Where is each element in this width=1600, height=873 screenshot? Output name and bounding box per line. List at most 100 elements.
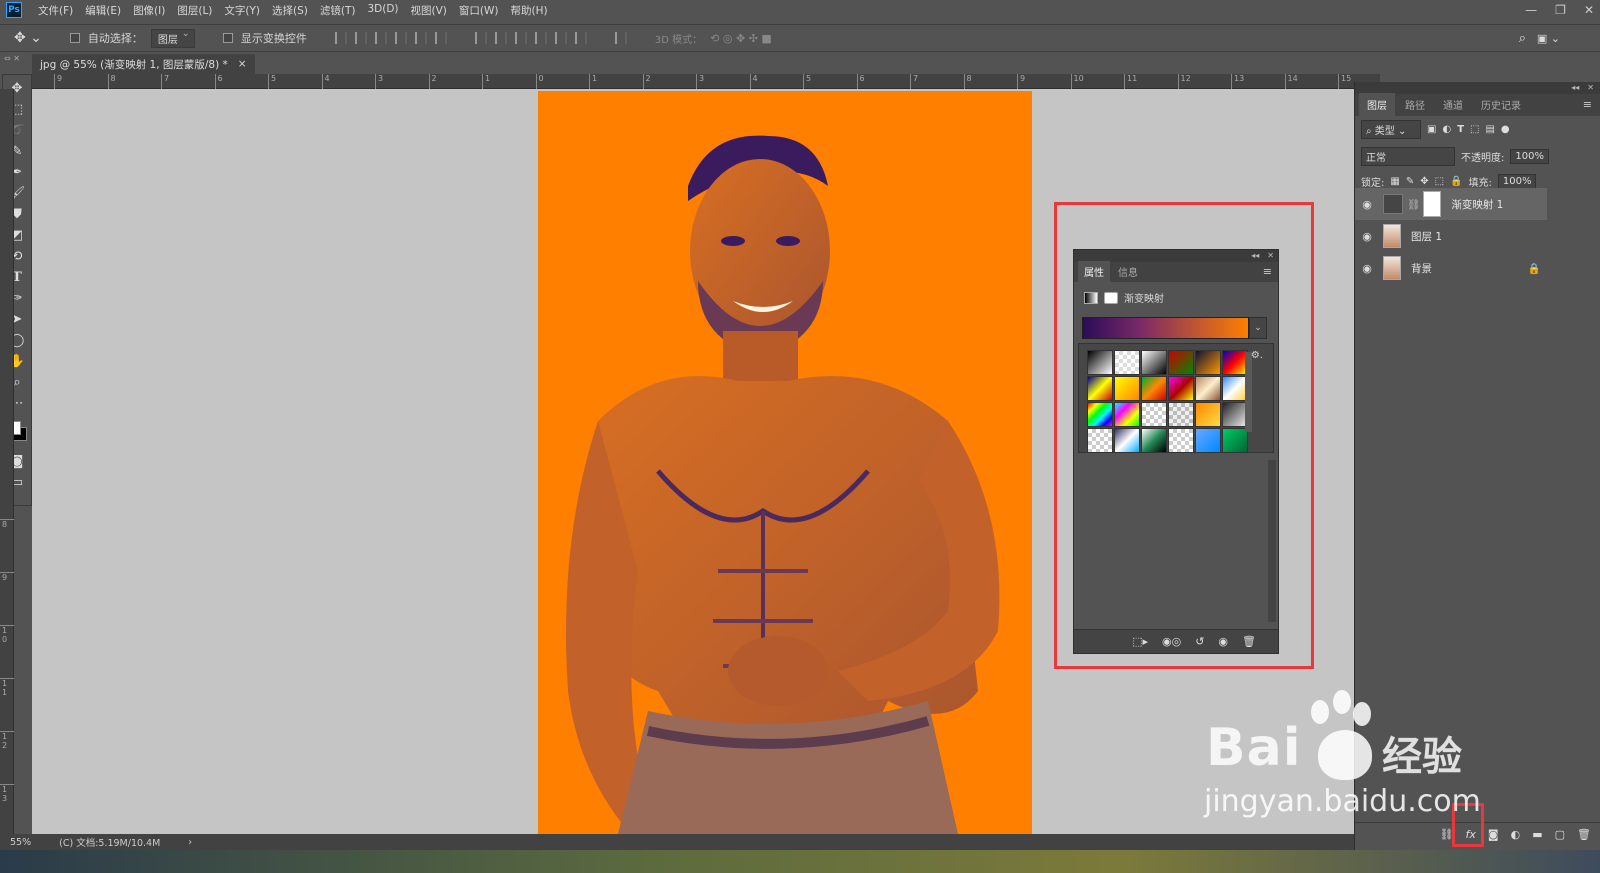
auto-align-icon[interactable] [614,32,627,44]
gradient-preset-swatch[interactable] [1141,350,1167,375]
panel-menu-icon[interactable]: ≡ [1263,265,1272,278]
lock-all-icon[interactable]: 🔒 [1450,176,1462,187]
move-tool-preset-icon[interactable]: ✥ ⌄ [14,30,42,46]
menu-item[interactable]: 图像(I) [127,3,171,18]
gradient-dropdown-button[interactable]: ⌄ [1249,317,1267,339]
menu-item[interactable]: 滤镜(T) [314,3,362,18]
blend-mode-dropdown[interactable]: 正常 [1361,147,1455,166]
gradient-preset-swatch[interactable] [1114,402,1140,427]
new-group-icon[interactable]: ▬ [1532,828,1542,841]
adjustment-type-icon[interactable] [1084,291,1098,304]
distribute-right-icon[interactable] [574,32,587,44]
lock-position-icon[interactable]: ✥ [1420,176,1428,187]
distribute-hcenter-icon[interactable] [554,32,567,44]
layer-name[interactable]: 图层 1 [1411,229,1442,244]
document-tab[interactable]: jpg @ 55% (渐变映射 1, 图层蒙版/8) * × [32,54,255,74]
layer-mask-icon[interactable] [1104,291,1118,304]
tab-info[interactable]: 信息 [1112,261,1144,282]
tab-layers[interactable]: 图层 [1359,93,1395,116]
align-bottom-icon[interactable] [374,32,387,44]
gradient-preset-swatch[interactable] [1168,402,1194,427]
gear-icon[interactable]: ⚙. [1251,350,1263,361]
gradient-preset-swatch[interactable] [1141,428,1167,453]
auto-select-checkbox[interactable] [69,33,80,43]
menu-item[interactable]: 窗口(W) [453,3,505,18]
layer-row-background[interactable]: ◉ 背景 🔒 [1355,252,1547,284]
gradient-preset-swatch[interactable] [1087,428,1113,453]
distribute-bottom-icon[interactable] [514,32,527,44]
opacity-field[interactable]: 100% [1510,149,1549,164]
status-arrow-icon[interactable]: › [188,837,192,848]
add-mask-icon[interactable]: ◙ [1488,828,1499,841]
filter-pixel-icon[interactable]: ▣ [1427,124,1436,135]
gradient-preset-swatch[interactable] [1087,350,1113,375]
layer-name[interactable]: 渐变映射 1 [1451,197,1503,212]
align-left-icon[interactable] [394,32,407,44]
new-adjustment-layer-icon[interactable]: ◐ [1511,828,1521,841]
clip-to-layer-icon[interactable]: ⬚▸ [1132,635,1148,648]
delete-layer-icon[interactable]: 🗑 [1577,828,1591,841]
eye-icon[interactable]: ◉ [1355,262,1379,275]
gradient-editor-bar[interactable] [1082,317,1249,339]
layer-name[interactable]: 背景 [1411,261,1432,276]
properties-scrollbar[interactable] [1268,460,1276,622]
filter-adjustment-icon[interactable]: ◐ [1442,124,1451,135]
align-top-icon[interactable] [334,32,347,44]
menu-item[interactable]: 3D(D) [361,3,404,18]
layer-row-layer1[interactable]: ◉ 图层 1 [1355,220,1547,252]
menu-item[interactable]: 选择(S) [266,3,314,18]
menu-item[interactable]: 视图(V) [405,3,453,18]
align-hcenter-icon[interactable] [414,32,427,44]
tab-paths[interactable]: 路径 [1397,93,1433,116]
filter-type-icon[interactable]: T [1457,124,1464,135]
3d-orbit-icon[interactable]: ⟲ ◎ ✥ ✣ ■ [710,32,772,45]
lock-transparent-icon[interactable]: ▦ [1390,176,1399,187]
new-layer-icon[interactable]: ▢ [1555,828,1565,841]
fill-field[interactable]: 100% [1497,174,1537,189]
menu-item[interactable]: 编辑(E) [79,3,127,18]
gradient-preset-swatch[interactable] [1141,402,1167,427]
reset-icon[interactable]: ↺ [1195,635,1204,648]
auto-select-dropdown[interactable]: 图层 [150,28,195,48]
gradient-preset-swatch[interactable] [1114,376,1140,401]
filter-toggle-icon[interactable]: ● [1501,124,1510,135]
panel-collapse-icon[interactable]: ⇔ ✕ [4,54,20,63]
collapse-icon[interactable]: ◂◂ [1251,250,1259,262]
distribute-vcenter-icon[interactable] [494,32,507,44]
close-icon[interactable]: ✕ [1587,82,1594,94]
gradient-preset-swatch[interactable] [1195,376,1221,401]
tab-channels[interactable]: 通道 [1435,93,1471,116]
menu-item[interactable]: 文件(F) [32,3,79,18]
tab-properties[interactable]: 属性 [1078,261,1110,282]
gradient-preset-swatch[interactable] [1087,376,1113,401]
gradient-preset-swatch[interactable] [1114,428,1140,453]
gradient-preset-swatch[interactable] [1195,402,1221,427]
lock-pixels-icon[interactable]: ✎ [1406,176,1414,187]
minimize-button[interactable]: — [1525,3,1537,17]
gradient-preset-swatch[interactable] [1168,428,1194,453]
collapse-icon[interactable]: ◂◂ [1571,82,1579,94]
distribute-top-icon[interactable] [474,32,487,44]
show-transform-checkbox[interactable] [222,33,233,43]
gradient-preset-swatch[interactable] [1195,350,1221,375]
link-chain-icon[interactable]: ⛓ [1407,198,1420,211]
preset-scrollbar[interactable] [1245,352,1252,432]
menu-item[interactable]: 帮助(H) [505,3,554,18]
filter-shape-icon[interactable]: ⬚ [1470,124,1479,135]
search-icon[interactable]: ⌕ [1519,31,1526,46]
distribute-left-icon[interactable] [534,32,547,44]
trash-icon[interactable]: 🗑 [1242,635,1256,648]
panel-menu-icon[interactable]: ≡ [1583,98,1592,111]
document-info[interactable]: (C) 文档:5.19M/10.4M [59,835,160,849]
filter-smart-icon[interactable]: ▤ [1485,124,1494,135]
visibility-eye-icon[interactable]: ◉ [1218,635,1228,648]
restore-button[interactable]: ❐ [1555,3,1566,17]
gradient-preset-swatch[interactable] [1168,376,1194,401]
mask-thumbnail[interactable] [1423,191,1442,217]
layer-row-gradient-map[interactable]: ◉ ⛓ 渐变映射 1 [1355,188,1547,220]
close-tab-icon[interactable]: × [238,58,247,70]
zoom-level[interactable]: 55% [10,837,31,848]
gradient-preset-swatch[interactable] [1087,402,1113,427]
gradient-preset-swatch[interactable] [1195,428,1221,453]
view-previous-icon[interactable]: ◉◎ [1162,635,1181,648]
